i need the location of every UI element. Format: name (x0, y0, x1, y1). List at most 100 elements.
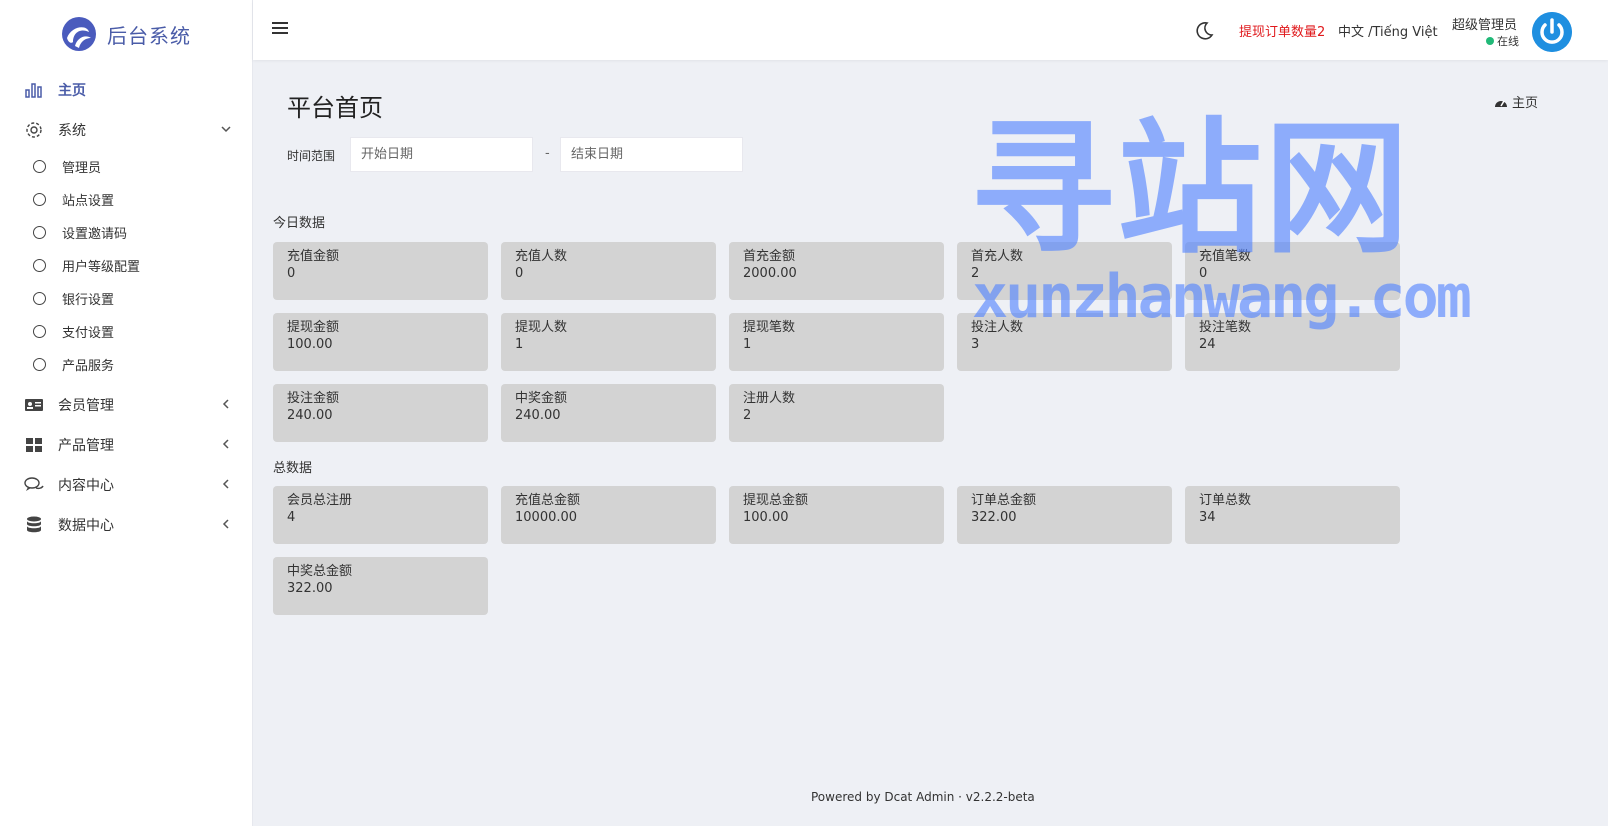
stat-card: 提现人数 1 (501, 313, 716, 371)
stat-card: 提现总金额 100.00 (729, 486, 944, 544)
sidebar-subitem-label: 支付设置 (62, 326, 115, 341)
stat-label: 提现人数 (515, 320, 568, 335)
stat-card: 注册人数 2 (729, 384, 944, 442)
end-date-input[interactable] (560, 137, 743, 172)
user-status: 在线 (1486, 33, 1519, 49)
brand[interactable]: 后台系统 (0, 0, 252, 68)
stat-label: 提现总金额 (743, 493, 809, 508)
sidebar-item-home[interactable]: 主页 (0, 70, 253, 110)
circle-icon (33, 358, 46, 371)
power-icon (1532, 12, 1572, 52)
stat-value: 240.00 (515, 408, 561, 423)
main-content: 平台首页 主页 时间范围 - 今日数据 充值金额 0 充值人数 0 首充金额 2000… (253, 60, 1608, 826)
avatar[interactable] (1532, 12, 1572, 52)
stat-card: 中奖金额 240.00 (501, 384, 716, 442)
sidebar-subitem-admins[interactable]: 管理员 (0, 150, 253, 183)
logo-icon (62, 17, 96, 51)
stat-value: 2 (971, 266, 980, 281)
stat-value: 0 (515, 266, 524, 281)
sidebar-subitem-label: 用户等级配置 (62, 260, 141, 275)
sidebar-item-content[interactable]: 内容中心 (0, 465, 253, 505)
stat-card: 提现笔数 1 (729, 313, 944, 371)
stat-value: 2000.00 (743, 266, 797, 281)
sidebar-subitem-user-levels[interactable]: 用户等级配置 (0, 249, 253, 282)
stat-value: 24 (1199, 337, 1216, 352)
circle-icon (33, 160, 46, 173)
stat-value: 322.00 (971, 510, 1017, 525)
start-date-input[interactable] (350, 137, 533, 172)
sidebar-item-products[interactable]: 产品管理 (0, 425, 253, 465)
user-status-label: 在线 (1497, 35, 1519, 48)
stat-card: 首充人数 2 (957, 242, 1172, 300)
footer: Powered by Dcat Admin · v2.2.2-beta (811, 790, 1035, 804)
stat-label: 投注笔数 (1199, 320, 1252, 335)
stat-card: 投注笔数 24 (1185, 313, 1400, 371)
stat-value: 10000.00 (515, 510, 578, 525)
stat-label: 提现笔数 (743, 320, 796, 335)
date-separator: - (545, 146, 550, 161)
sidebar-subitem-label: 管理员 (62, 161, 102, 176)
language-switcher[interactable]: 中文 /Tiếng Việt (1338, 21, 1438, 40)
total-data-title: 总数据 (273, 461, 313, 476)
sidebar: 后台系统 主页 系统 管理员 站点设置 设置邀请码 用户等级配置 银行设置 支付… (0, 0, 253, 826)
stat-label: 会员总注册 (287, 493, 353, 508)
stat-card: 提现金额 100.00 (273, 313, 488, 371)
brand-title: 后台系统 (107, 23, 191, 48)
stat-card: 充值金额 0 (273, 242, 488, 300)
date-range-label: 时间范围 (287, 149, 336, 163)
sidebar-subitem-bank-settings[interactable]: 银行设置 (0, 282, 253, 315)
sidebar-item-label: 产品管理 (58, 438, 114, 454)
stat-value: 0 (287, 266, 296, 281)
sidebar-subitem-invite-code[interactable]: 设置邀请码 (0, 216, 253, 249)
page-title: 平台首页 (287, 94, 383, 122)
stat-card: 投注金额 240.00 (273, 384, 488, 442)
stat-label: 中奖金额 (515, 391, 568, 406)
stat-value: 4 (287, 510, 296, 525)
sidebar-subitem-label: 银行设置 (62, 293, 115, 308)
hamburger-menu-icon[interactable] (272, 20, 288, 36)
circle-icon (33, 193, 46, 206)
sidebar-item-label: 会员管理 (58, 398, 114, 414)
stat-value: 34 (1199, 510, 1216, 525)
sidebar-item-data[interactable]: 数据中心 (0, 505, 253, 545)
stat-label: 充值笔数 (1199, 249, 1252, 264)
chevron-left-icon (222, 479, 229, 489)
stat-card: 充值人数 0 (501, 242, 716, 300)
stat-value: 1 (743, 337, 752, 352)
stat-label: 首充人数 (971, 249, 1024, 264)
top-navbar: 提现订单数量2 中文 /Tiếng Việt 超级管理员 在线 (253, 0, 1608, 60)
dark-mode-moon-icon[interactable] (1194, 21, 1214, 41)
sidebar-item-members[interactable]: 会员管理 (0, 385, 253, 425)
stat-value: 100.00 (287, 337, 333, 352)
id-card-icon (24, 395, 44, 415)
stat-label: 订单总金额 (971, 493, 1037, 508)
gear-icon (24, 120, 44, 140)
sidebar-subitem-payment-settings[interactable]: 支付设置 (0, 315, 253, 348)
stat-label: 中奖总金额 (287, 564, 353, 579)
stat-value: 0 (1199, 266, 1208, 281)
withdraw-order-alert[interactable]: 提现订单数量2 (1239, 21, 1325, 40)
sidebar-subitem-label: 站点设置 (62, 194, 115, 209)
stat-value: 1 (515, 337, 524, 352)
stat-label: 充值金额 (287, 249, 340, 264)
online-dot-icon (1486, 37, 1494, 45)
stat-label: 首充金额 (743, 249, 796, 264)
stat-value: 3 (971, 337, 980, 352)
stat-card: 首充金额 2000.00 (729, 242, 944, 300)
circle-icon (33, 259, 46, 272)
circle-icon (33, 292, 46, 305)
sidebar-subitem-label: 设置邀请码 (62, 227, 128, 242)
user-name[interactable]: 超级管理员 (1452, 14, 1517, 33)
breadcrumb[interactable]: 主页 (1494, 92, 1538, 111)
sidebar-item-system[interactable]: 系统 (0, 110, 253, 150)
stat-label: 订单总数 (1199, 493, 1252, 508)
chat-icon (24, 475, 44, 495)
sidebar-item-label: 系统 (58, 123, 86, 139)
stat-label: 投注金额 (287, 391, 340, 406)
stat-card: 会员总注册 4 (273, 486, 488, 544)
sidebar-subitem-site-settings[interactable]: 站点设置 (0, 183, 253, 216)
sidebar-subitem-product-service[interactable]: 产品服务 (0, 348, 253, 381)
stat-card: 投注人数 3 (957, 313, 1172, 371)
sidebar-subitem-label: 产品服务 (62, 359, 115, 374)
chevron-down-icon (221, 126, 231, 133)
